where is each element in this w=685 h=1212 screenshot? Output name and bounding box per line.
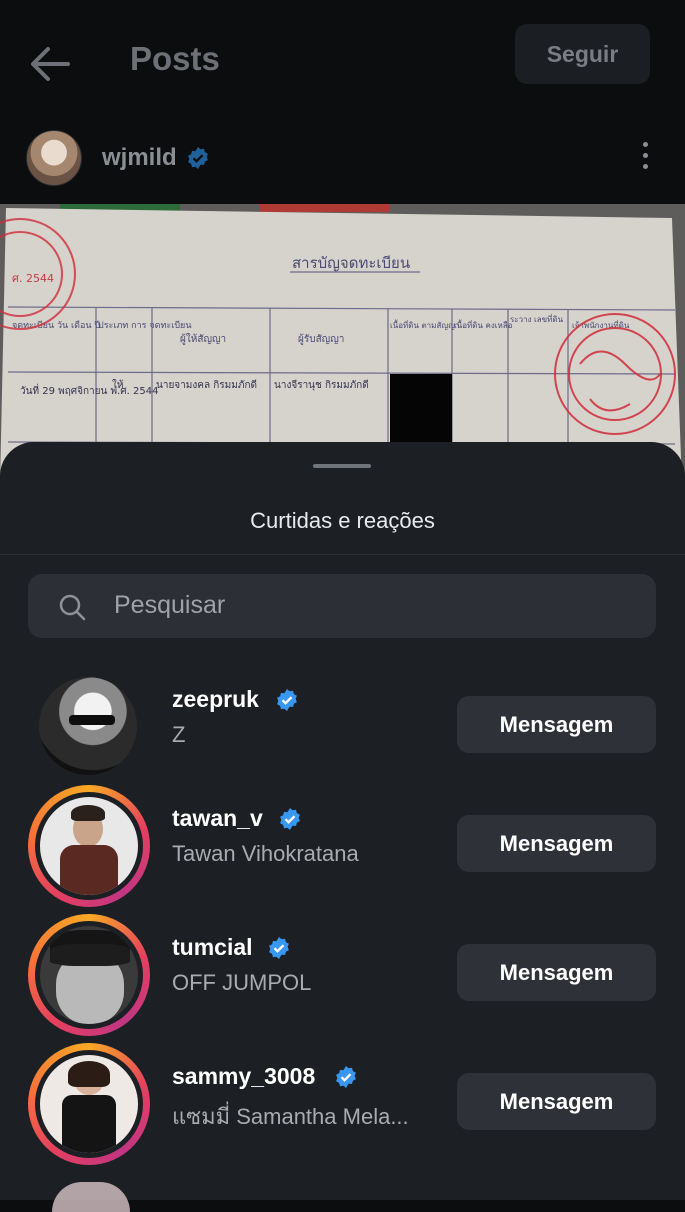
top-app-bar: Posts Seguir [0, 0, 685, 120]
document-col-remaining: เนื้อที่ดิน คงเหลือ [454, 319, 513, 330]
document-col-type: ประเภท การ จดทะเบียน [98, 320, 191, 331]
avatar[interactable] [28, 666, 150, 788]
follow-button[interactable]: Seguir [515, 24, 650, 84]
post-header: wjmild [0, 120, 685, 204]
message-button[interactable]: Mensagem [457, 944, 656, 1001]
username[interactable]: zeepruk [172, 686, 259, 713]
message-button[interactable]: Mensagem [457, 1073, 656, 1130]
more-options-icon[interactable] [638, 142, 652, 174]
verified-badge-icon [188, 147, 208, 169]
search-placeholder: Pesquisar [114, 591, 226, 619]
reactions-sheet: Curtidas e reações Pesquisar zeepruk Z M… [0, 442, 685, 1212]
search-input[interactable]: Pesquisar [28, 574, 656, 638]
back-arrow-icon[interactable] [28, 44, 72, 84]
document-stamp-text: ศ. 2544 [12, 272, 54, 285]
avatar[interactable] [28, 1043, 150, 1165]
sheet-drag-handle[interactable] [313, 464, 371, 468]
document-col-grantor: ผู้ให้สัญญา [180, 333, 226, 345]
post-author-avatar[interactable] [26, 130, 82, 186]
verified-badge-icon [336, 1066, 356, 1088]
verified-badge-icon [269, 937, 289, 959]
message-button[interactable]: Mensagem [457, 696, 656, 753]
redacted-block [390, 374, 452, 444]
full-name: Z [172, 722, 186, 747]
message-button[interactable]: Mensagem [457, 815, 656, 872]
document-col-parcel: ระวาง เลขที่ดิน [510, 313, 564, 324]
verified-badge-icon [280, 808, 300, 830]
full-name: แซมมี่ Samantha Mela... [172, 1104, 409, 1129]
document-cell-type: ให้ [112, 379, 123, 391]
page-title: Posts [130, 40, 220, 77]
list-item[interactable]: tawan_v Tawan Vihokratana Mensagem [0, 785, 685, 907]
list-item[interactable]: tumcial OFF JUMPOL Mensagem [0, 914, 685, 1036]
document-cell-date: วันที่ 29 พฤศจิกายน พ.ศ. 2544 [20, 383, 158, 397]
document-heading: สารบัญจดทะเบียน [292, 254, 410, 272]
full-name: OFF JUMPOL [172, 970, 312, 995]
avatar[interactable] [28, 914, 150, 1036]
document-cell-grantee: นางจีรานุช กิรมมภักดี [274, 379, 369, 391]
divider [0, 554, 685, 555]
document-col-grantee: ผู้รับสัญญา [298, 333, 344, 345]
username[interactable]: tawan_v [172, 805, 263, 832]
document-col-area: เนื้อที่ดิน ตามสัญญา [390, 319, 459, 330]
username[interactable]: tumcial [172, 934, 253, 961]
search-icon [59, 594, 86, 621]
username[interactable]: sammy_3008 [172, 1063, 315, 1090]
verified-badge-icon [277, 689, 297, 711]
sheet-title: Curtidas e reações [250, 508, 435, 533]
full-name: Tawan Vihokratana [172, 841, 359, 866]
post-author-username[interactable]: wjmild [102, 144, 177, 172]
avatar[interactable] [52, 1182, 130, 1212]
list-item[interactable]: sammy_3008 แซมมี่ Samantha Mela... Mensa… [0, 1043, 685, 1165]
list-item[interactable]: zeepruk Z Mensagem [0, 666, 685, 786]
document-cell-grantor: นายจามงคล กิรมมภักดี [156, 379, 257, 391]
avatar[interactable] [28, 785, 150, 907]
